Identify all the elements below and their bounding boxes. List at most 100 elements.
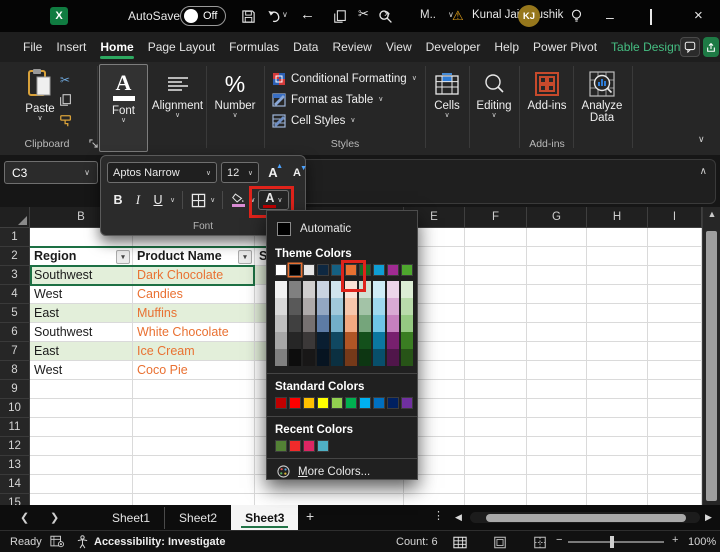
variant-swatch[interactable] (401, 332, 413, 349)
variant-swatch[interactable] (331, 349, 343, 366)
variant-swatch[interactable] (331, 298, 343, 315)
back-arrow-button[interactable]: ← (300, 6, 320, 26)
tab-power-pivot[interactable]: Power Pivot (526, 34, 604, 61)
alignment-group-button[interactable]: Alignment ∨ (150, 68, 205, 119)
cell[interactable] (648, 475, 702, 494)
sheet-nav-next-icon[interactable]: ❯ (50, 511, 59, 524)
cell[interactable] (465, 494, 527, 505)
variant-swatch[interactable] (373, 349, 385, 366)
standard-color-swatch[interactable] (331, 397, 343, 409)
warning-triangle-icon[interactable]: ⚠ (452, 8, 472, 28)
cell[interactable] (133, 399, 255, 418)
variant-swatch[interactable] (275, 332, 287, 349)
theme-color-swatch[interactable] (373, 264, 385, 276)
cell[interactable] (587, 418, 648, 437)
cells-group-button[interactable]: Cells ∨ (426, 68, 468, 119)
row-header-8[interactable]: 8 (0, 361, 30, 380)
horizontal-scrollbar[interactable] (470, 512, 700, 523)
lightbulb-button[interactable] (566, 6, 586, 26)
cell[interactable] (133, 475, 255, 494)
zoom-in-button[interactable]: + (672, 534, 678, 546)
cell[interactable]: Candies (133, 285, 255, 304)
filter-button[interactable]: ▾ (238, 249, 252, 264)
cell[interactable] (587, 494, 648, 505)
cell[interactable] (527, 418, 587, 437)
variant-swatch[interactable] (317, 332, 329, 349)
sheet-options-dots-icon[interactable]: ⋮ (433, 509, 445, 522)
tab-insert[interactable]: Insert (49, 34, 93, 61)
cell[interactable] (527, 228, 587, 247)
cell[interactable] (648, 456, 702, 475)
zoom-out-button[interactable]: − (556, 534, 562, 546)
cell[interactable] (30, 399, 133, 418)
row-header-10[interactable]: 10 (0, 399, 30, 418)
standard-color-swatch[interactable] (401, 397, 413, 409)
variant-swatch[interactable] (373, 315, 385, 332)
cell[interactable] (133, 494, 255, 505)
cell[interactable] (30, 437, 133, 456)
variant-swatch[interactable] (359, 298, 371, 315)
autosave-toggle[interactable]: Off (180, 6, 226, 26)
tab-view[interactable]: View (379, 34, 419, 61)
cell[interactable] (648, 342, 702, 361)
borders-button[interactable] (189, 189, 207, 211)
variant-swatch[interactable] (331, 315, 343, 332)
standard-color-swatch[interactable] (387, 397, 399, 409)
undo-dropdown-chevron-icon[interactable]: ∨ (282, 10, 302, 30)
variant-swatch[interactable] (401, 315, 413, 332)
variant-swatch[interactable] (275, 281, 287, 298)
cell[interactable] (527, 475, 587, 494)
tab-file[interactable]: File (16, 34, 49, 61)
accessibility-person-icon[interactable] (76, 535, 89, 549)
variant-swatch[interactable] (303, 349, 315, 366)
recent-color-swatch[interactable] (275, 440, 287, 452)
cell[interactable] (30, 475, 133, 494)
cell[interactable] (465, 361, 527, 380)
borders-chevron-icon[interactable]: ∨ (210, 196, 215, 204)
cell[interactable] (648, 285, 702, 304)
copy-small-button[interactable] (59, 93, 72, 107)
variant-swatch[interactable] (289, 315, 301, 332)
row-header-2[interactable]: 2 (0, 247, 30, 266)
variant-swatch[interactable] (373, 332, 385, 349)
column-header-I[interactable]: I (648, 207, 702, 228)
cell[interactable] (255, 494, 404, 505)
close-button[interactable]: × (694, 7, 714, 27)
cell[interactable] (527, 342, 587, 361)
variant-swatch[interactable] (401, 298, 413, 315)
theme-color-swatch[interactable] (401, 264, 413, 276)
cell[interactable] (527, 456, 587, 475)
cell[interactable] (648, 418, 702, 437)
cell[interactable]: West (30, 285, 133, 304)
cell[interactable] (587, 266, 648, 285)
analyze-data-button[interactable]: Analyze Data (576, 68, 628, 124)
cell[interactable] (587, 475, 648, 494)
cell[interactable]: Product Name ▾ (133, 247, 255, 266)
variant-swatch[interactable] (289, 281, 301, 298)
cell[interactable] (587, 456, 648, 475)
variant-swatch[interactable] (401, 281, 413, 298)
cell[interactable]: Ice Cream (133, 342, 255, 361)
column-header-F[interactable]: F (465, 207, 527, 228)
row-header-1[interactable]: 1 (0, 228, 30, 247)
cell[interactable] (30, 418, 133, 437)
tab-home[interactable]: Home (93, 34, 140, 61)
cell[interactable] (527, 323, 587, 342)
cell[interactable] (648, 437, 702, 456)
theme-color-swatch[interactable] (387, 264, 399, 276)
cell[interactable] (648, 494, 702, 505)
cell[interactable] (465, 380, 527, 399)
cell[interactable] (587, 380, 648, 399)
cell[interactable] (465, 399, 527, 418)
undo-button[interactable] (264, 6, 284, 26)
cell[interactable] (527, 437, 587, 456)
tab-help[interactable]: Help (487, 34, 526, 61)
vertical-scrollbar[interactable]: ▲ (702, 207, 720, 505)
cell[interactable] (648, 323, 702, 342)
underline-chevron-icon[interactable]: ∨ (170, 196, 175, 204)
variant-swatch[interactable] (303, 298, 315, 315)
ribbon-collapse-chevron[interactable]: ∨ (698, 134, 705, 145)
hscroll-right-arrow-icon[interactable]: ▶ (705, 512, 712, 523)
tab-data[interactable]: Data (286, 34, 325, 61)
collapsed-command-label[interactable]: M.. (420, 9, 440, 29)
